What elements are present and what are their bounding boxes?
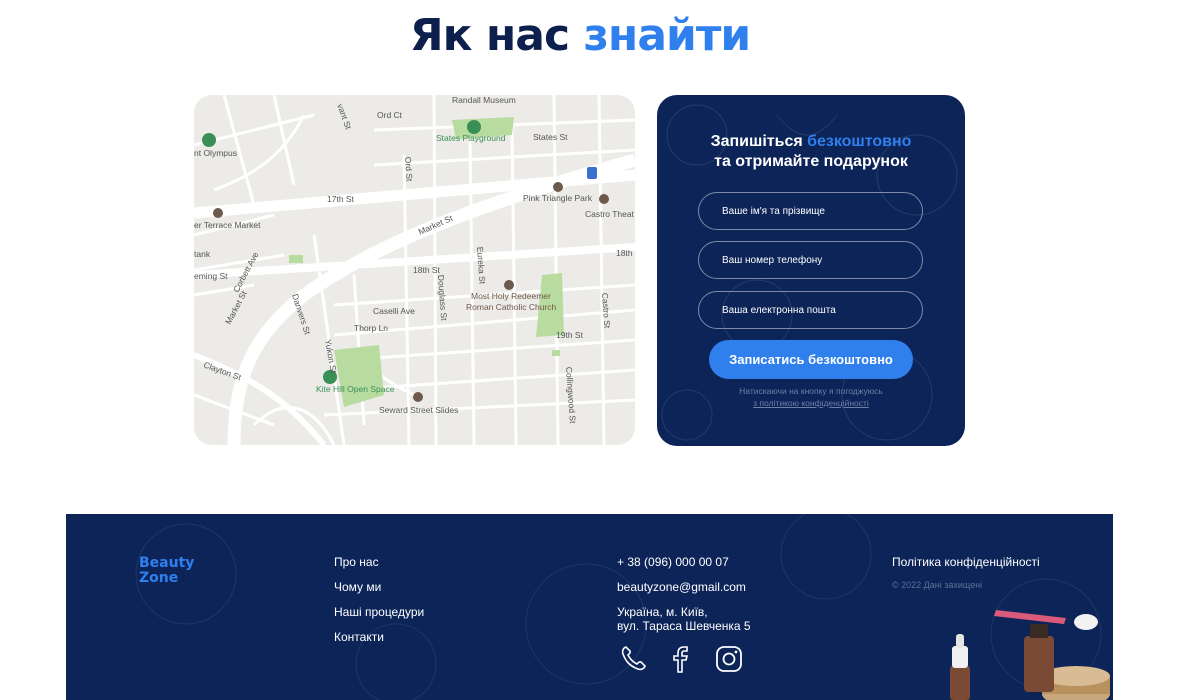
map-label-states-playground: States Playground xyxy=(436,133,506,143)
brand-logo[interactable]: Beauty Zone xyxy=(139,556,194,586)
submit-button[interactable]: Записатись безкоштовно xyxy=(709,340,913,379)
footer-nav-contacts[interactable]: Контакти xyxy=(334,630,384,644)
map-label-ord-st: Ord St xyxy=(403,156,415,182)
address-line2: вул. Тараса Шевченка 5 xyxy=(617,619,751,633)
map-label-castro-theatre: Castro Theat xyxy=(585,209,635,219)
facebook-icon[interactable] xyxy=(666,644,696,674)
instagram-icon[interactable] xyxy=(714,644,744,674)
consent-line: Натискаючи на кнопку я погоджуюсь xyxy=(739,386,883,396)
footer-nav-why-us[interactable]: Чому ми xyxy=(334,580,381,594)
map-label-most-holy-2: Roman Catholic Church xyxy=(466,302,557,312)
form-title-accent: безкоштовно xyxy=(807,133,912,150)
form-title-line1: Запишіться безкоштовно xyxy=(657,131,965,152)
map-label-17th-st: 17th St xyxy=(327,194,355,204)
form-title-line2: та отримайте подарунок xyxy=(714,153,908,170)
section-title-main: Як нас xyxy=(409,10,584,61)
footer-address: Україна, м. Київ, вул. Тараса Шевченка 5 xyxy=(617,605,751,633)
privacy-policy-link[interactable]: з політикою конфіденційності xyxy=(753,398,869,408)
logo-line1: Beauty xyxy=(139,555,195,571)
section-title: Як нас знайти xyxy=(0,10,1160,61)
section-title-accent: знайти xyxy=(583,10,751,61)
footer-email[interactable]: beautyzone@gmail.com xyxy=(617,580,746,594)
form-title-main: Запишіться xyxy=(710,133,808,150)
map-label-most-holy-1: Most Holy Redeemer xyxy=(471,291,551,301)
map-label-18th-right: 18th xyxy=(616,248,633,258)
map-label-caselli-ave: Caselli Ave xyxy=(373,306,415,316)
map-label-thorp-ln: Thorp Ln xyxy=(354,323,388,333)
consent-text: Натискаючи на кнопку я погоджуюсь з полі… xyxy=(657,385,965,409)
map-label-pink-triangle-park: Pink Triangle Park xyxy=(523,193,593,203)
phone-input[interactable] xyxy=(698,241,923,279)
footer-nav-procedures[interactable]: Наші процедури xyxy=(334,605,424,619)
map-label-18th-st: 18th St xyxy=(413,265,441,275)
map-label-19th-st: 19th St xyxy=(556,330,584,340)
location-map[interactable]: Randall Museum States Playground States … xyxy=(194,95,635,445)
footer: Beauty Zone Про нас Чому ми Наші процеду… xyxy=(66,514,1113,700)
email-input[interactable] xyxy=(698,291,923,329)
address-line1: Україна, м. Київ, xyxy=(617,605,708,619)
name-input[interactable] xyxy=(698,192,923,230)
cosmetic-bottles-image xyxy=(950,610,1110,700)
privacy-policy-link[interactable]: Політика конфіденційності xyxy=(892,555,1040,569)
map-label-ord-ct: Ord Ct xyxy=(377,110,403,120)
phone-icon[interactable] xyxy=(618,644,648,674)
logo-line2: Zone xyxy=(139,570,179,586)
map-label-mt-olympus: nt Olympus xyxy=(194,148,237,158)
map-label-kite-hill: Kite Hill Open Space xyxy=(316,384,395,394)
signup-form-card: Запишіться безкоштовно та отримайте пода… xyxy=(657,95,965,446)
copyright: © 2022 Дані захищені xyxy=(892,580,983,590)
map-label-states-st: States St xyxy=(533,132,568,142)
map-label-eming-st: eming St xyxy=(194,271,228,281)
footer-phone[interactable]: + 38 (096) 000 00 07 xyxy=(617,555,729,569)
map-label-tank: tank xyxy=(194,249,211,259)
footer-nav-about[interactable]: Про нас xyxy=(334,555,379,569)
map-label-terrace-market: er Terrace Market xyxy=(194,220,261,230)
map-label-seward-slides: Seward Street Slides xyxy=(379,405,458,415)
map-label-randall-museum: Randall Museum xyxy=(452,95,516,105)
